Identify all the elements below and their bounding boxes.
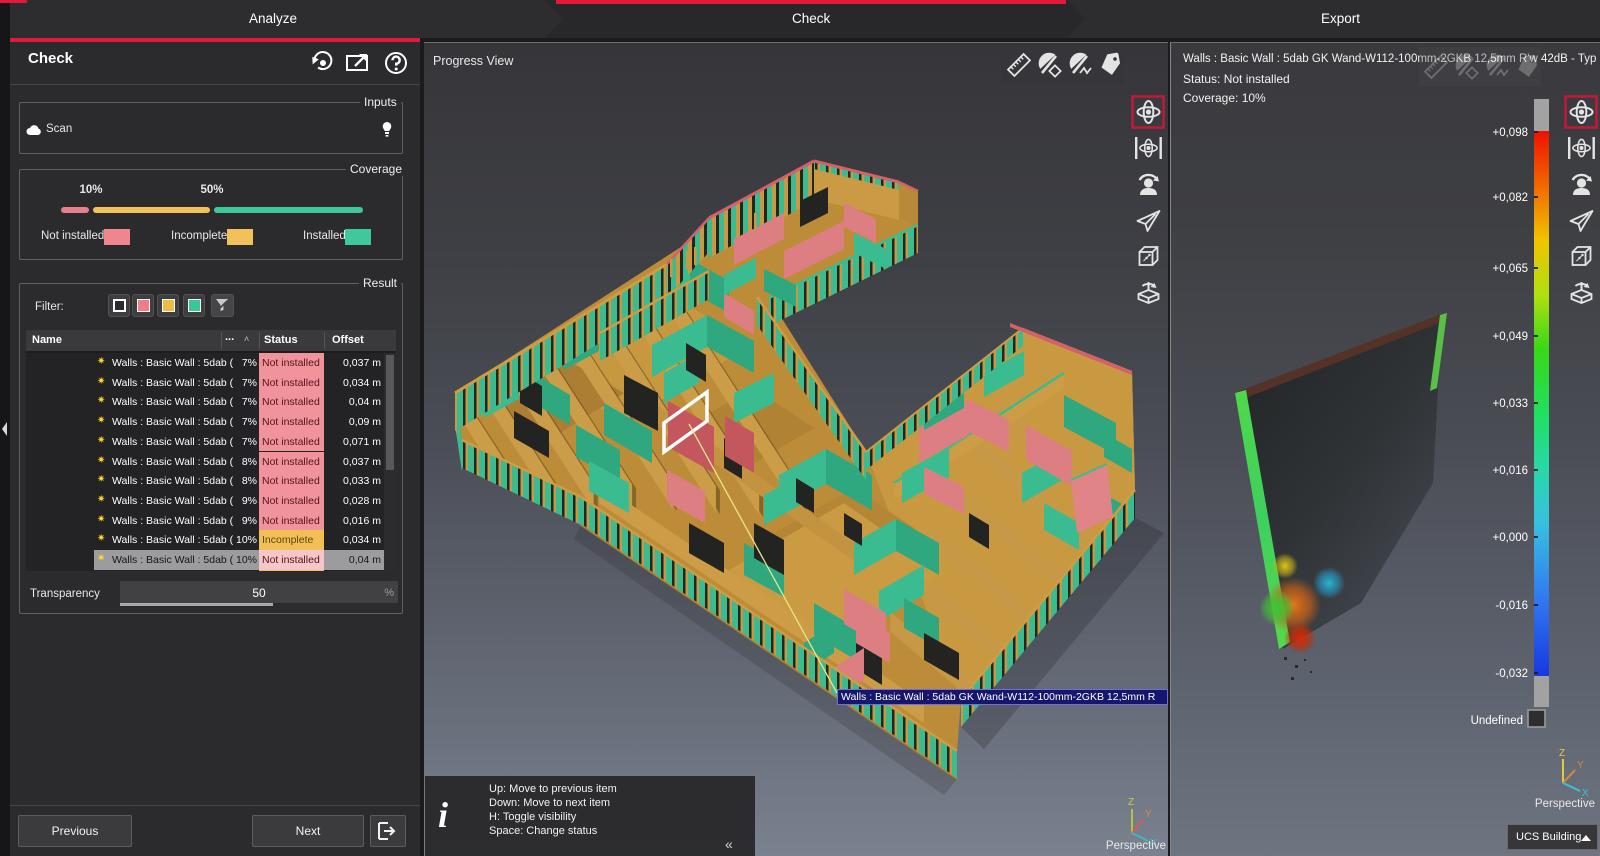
svg-text:Y: Y bbox=[1577, 760, 1584, 771]
svg-text:+0,000: +0,000 bbox=[1493, 532, 1529, 544]
svg-text:-0,016: -0,016 bbox=[1495, 600, 1528, 612]
svg-text:Z: Z bbox=[1128, 797, 1134, 808]
svg-text:+0,098: +0,098 bbox=[1493, 127, 1529, 139]
svg-text:+0,016: +0,016 bbox=[1493, 465, 1529, 477]
svg-text:Z: Z bbox=[1559, 748, 1565, 759]
svg-text:+0,065: +0,065 bbox=[1493, 263, 1529, 275]
svg-text:+0,049: +0,049 bbox=[1493, 331, 1529, 343]
svg-text:+0,082: +0,082 bbox=[1493, 192, 1529, 204]
svg-text:Y: Y bbox=[1145, 809, 1152, 820]
svg-text:+0,033: +0,033 bbox=[1493, 398, 1529, 410]
svg-text:Undefined: Undefined bbox=[1471, 715, 1523, 727]
svg-text:-0,032: -0,032 bbox=[1495, 668, 1528, 680]
